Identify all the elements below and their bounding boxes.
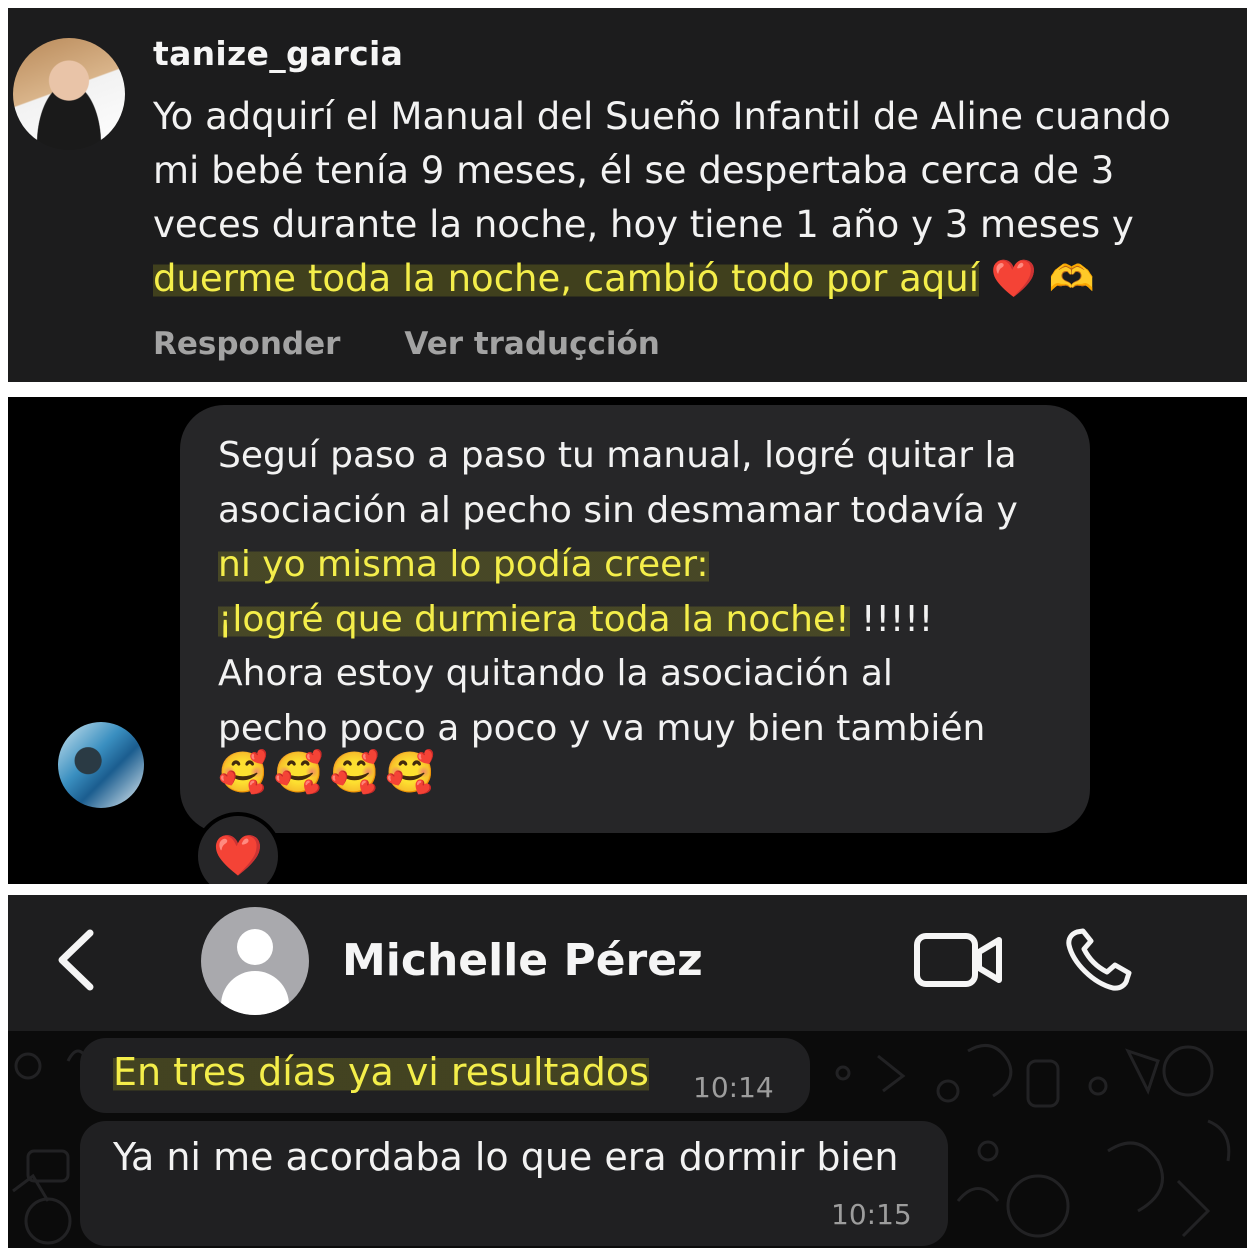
comment-body: Yo adquirí el Manual del Sueño Infantil … <box>153 95 1171 246</box>
video-call-icon[interactable] <box>913 930 1005 990</box>
smiling-hearts-emojis: 🥰🥰🥰🥰 <box>218 750 442 796</box>
sender-avatar[interactable] <box>58 722 144 808</box>
comment-username[interactable]: tanize_garcia <box>153 34 403 73</box>
back-chevron-icon[interactable] <box>52 925 102 995</box>
instagram-comment-panel: tanize_garcia Yo adquirí el Manual del S… <box>8 8 1247 382</box>
message-text: Ya ni me acordaba lo que era dormir bien <box>113 1135 899 1179</box>
message-line: Ahora estoy quitando la asociación al <box>218 653 893 694</box>
message-text: En tres días ya vi resultados <box>113 1050 649 1094</box>
message-line: Seguí paso a paso tu manual, logré quita… <box>218 435 1017 476</box>
comment-actions: Responder Ver traduçción <box>153 326 724 362</box>
commenter-avatar[interactable] <box>13 38 125 150</box>
direct-message-panel: Seguí paso a paso tu manual, logré quita… <box>8 397 1247 884</box>
comment-highlight: duerme toda la noche, cambió todo por aq… <box>153 257 980 300</box>
avatar-shoulders <box>221 971 289 1015</box>
contact-name[interactable]: Michelle Pérez <box>342 935 703 986</box>
reply-button[interactable]: Responder <box>153 326 340 362</box>
translate-button[interactable]: Ver traduçción <box>404 326 659 362</box>
comment-emoji: ❤️ 🫶 <box>990 257 1095 300</box>
whatsapp-chat-panel: Michelle Pérez En tres días ya vi result… <box>8 895 1247 1248</box>
avatar-head <box>237 929 273 965</box>
message-line: pecho poco a poco y va muy bien también <box>218 707 986 749</box>
phone-icon[interactable] <box>1063 927 1139 993</box>
contact-avatar[interactable] <box>201 907 309 1015</box>
message-highlight: ni yo misma lo podía creer: <box>218 544 709 585</box>
message-line: asociación al pecho sin desmamar todavía… <box>218 489 1018 531</box>
message-timestamp: 10:14 <box>693 1071 774 1104</box>
message-timestamp: 10:15 <box>831 1198 912 1231</box>
message-highlight: ¡logré que durmiera toda la noche! <box>218 598 850 640</box>
comment-text: Yo adquirí el Manual del Sueño Infantil … <box>153 90 1223 306</box>
message-exclaim: !!!!! <box>849 598 934 640</box>
message-text: Seguí paso a paso tu manual, logré quita… <box>218 429 1078 756</box>
